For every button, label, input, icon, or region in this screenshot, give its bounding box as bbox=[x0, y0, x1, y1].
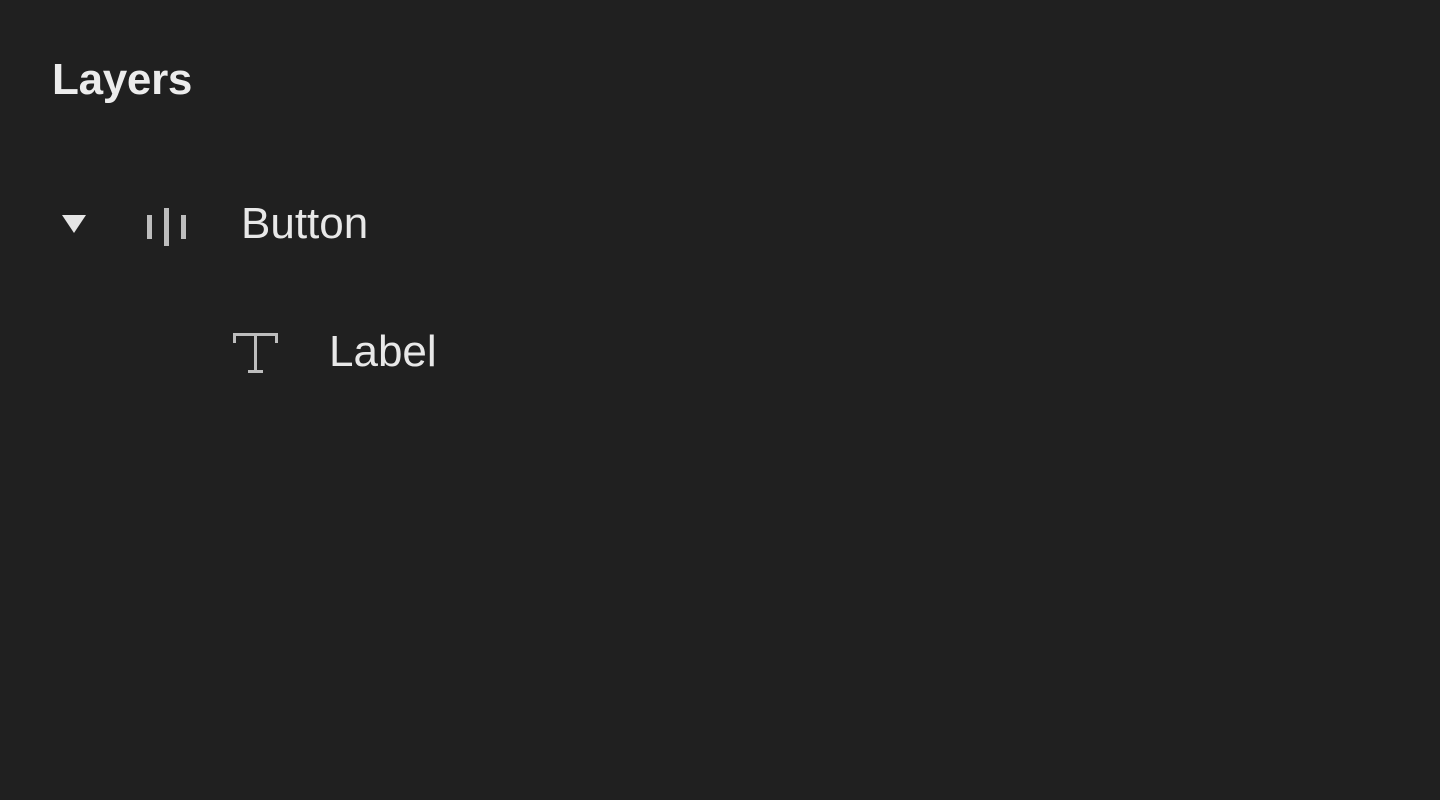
expand-collapse-chevron-icon[interactable] bbox=[58, 209, 90, 237]
layers-tree: Button Label bbox=[0, 0, 1440, 800]
layer-row-label[interactable]: Label bbox=[226, 320, 526, 384]
layer-row-button[interactable]: Button bbox=[52, 192, 472, 256]
text-icon bbox=[230, 326, 282, 378]
layer-name: Label bbox=[329, 327, 437, 376]
layer-name: Button bbox=[241, 199, 369, 248]
layers-panel: Layers Button Label bbox=[0, 0, 1440, 800]
distribute-horizontal-icon bbox=[144, 200, 192, 248]
